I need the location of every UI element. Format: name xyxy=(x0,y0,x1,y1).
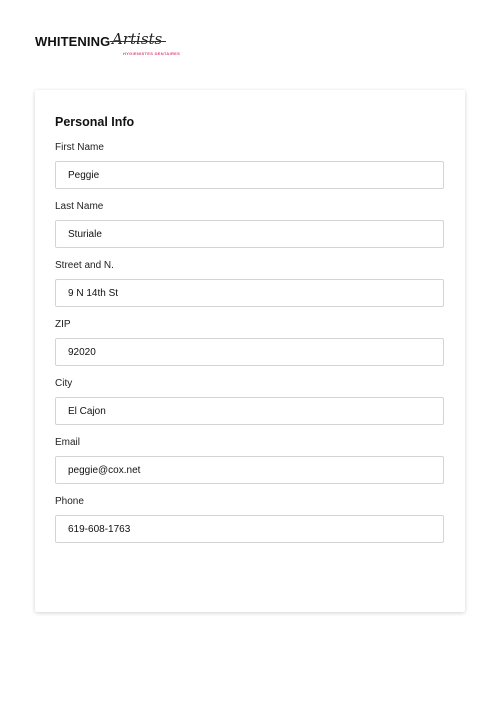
first-name-input[interactable] xyxy=(55,161,444,189)
street-input[interactable] xyxy=(55,279,444,307)
personal-info-card: Personal Info First Name Last Name Stree… xyxy=(35,90,465,612)
first-name-field: First Name xyxy=(55,142,445,189)
city-label: City xyxy=(55,378,73,389)
street-label: Street and N. xyxy=(55,260,114,271)
brand-tagline: HYGIENISTES DENTAIRES xyxy=(123,51,181,56)
city-input[interactable] xyxy=(55,397,444,425)
phone-field: Phone xyxy=(55,496,445,543)
city-field: City xyxy=(55,378,445,425)
last-name-field: Last Name xyxy=(55,201,445,248)
brand-logo: WHITENING Artists HYGIENISTES DENTAIRES xyxy=(35,30,235,58)
last-name-input[interactable] xyxy=(55,220,444,248)
email-input[interactable] xyxy=(55,456,444,484)
brand-script: Artists xyxy=(112,30,163,48)
email-label: Email xyxy=(55,437,81,448)
phone-input[interactable] xyxy=(55,515,444,543)
email-field: Email xyxy=(55,437,445,484)
street-field: Street and N. xyxy=(55,260,445,307)
first-name-label: First Name xyxy=(55,142,104,153)
phone-label: Phone xyxy=(55,496,84,507)
last-name-label: Last Name xyxy=(55,201,104,212)
zip-input[interactable] xyxy=(55,338,444,366)
zip-label: ZIP xyxy=(55,319,71,330)
brand-name: WHITENING xyxy=(35,34,111,49)
logo-strike-line xyxy=(110,41,166,42)
form-title: Personal Info xyxy=(55,115,135,129)
zip-field: ZIP xyxy=(55,319,445,366)
